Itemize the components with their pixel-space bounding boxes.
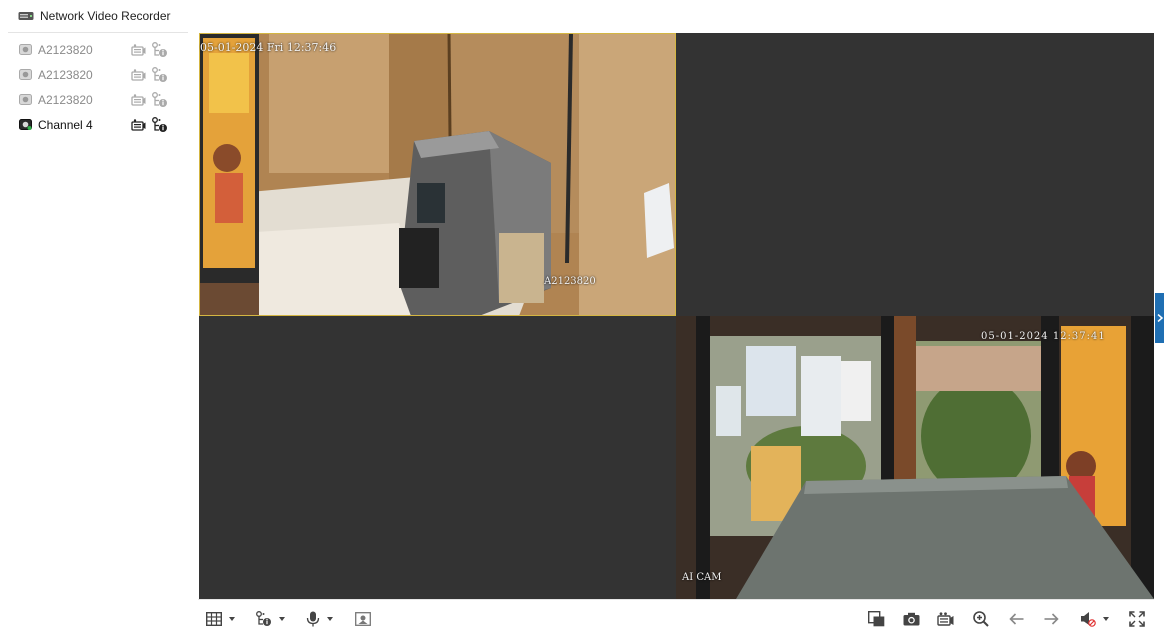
nvr-live-view: Network Video Recorder A2123820 A2123820…	[0, 0, 1164, 638]
microphone-button[interactable]	[306, 610, 333, 628]
live-video-feed	[676, 316, 1154, 599]
camera-online-icon	[19, 119, 32, 130]
fullscreen-icon	[1129, 611, 1145, 627]
timestamp-overlay: 05-01-2024 12:37:41	[981, 331, 1106, 342]
microphone-icon	[306, 611, 320, 627]
previous-page-icon	[1009, 613, 1024, 625]
close-all-windows-button[interactable]	[868, 610, 885, 628]
previous-page-button[interactable]	[1009, 610, 1024, 628]
panel-expand-handle[interactable]	[1155, 293, 1164, 343]
dropdown-caret-icon	[279, 617, 285, 621]
channel-label: Channel 4	[38, 117, 93, 132]
camera-name-overlay: A2123820	[544, 276, 596, 287]
dropdown-caret-icon	[1103, 617, 1109, 621]
channel-item-1[interactable]: A2123820	[8, 37, 188, 62]
stream-settings-icon[interactable]	[152, 117, 168, 133]
nvr-device-icon	[18, 12, 34, 20]
record-icon[interactable]	[131, 69, 146, 81]
zoom-in-button[interactable]	[973, 610, 989, 628]
video-window-1[interactable]: 05-01-2024 Fri 12:37:46 A2123820	[199, 33, 676, 316]
camera-name-overlay: AI CAM	[682, 572, 722, 583]
timestamp-overlay: 05-01-2024 Fri 12:37:46	[200, 41, 337, 54]
volume-muted-icon	[1081, 612, 1096, 627]
record-icon[interactable]	[131, 119, 146, 131]
stream-settings-icon[interactable]	[152, 92, 168, 108]
video-window-2[interactable]	[676, 33, 1154, 316]
live-video-feed	[199, 33, 676, 316]
stream-type-button[interactable]	[256, 610, 285, 628]
video-window-4[interactable]: 05-01-2024 12:37:41 AI CAM	[676, 316, 1154, 599]
window-layout-button[interactable]	[206, 610, 235, 628]
record-icon[interactable]	[131, 94, 146, 106]
next-page-icon	[1044, 613, 1059, 625]
window-layout-icon	[206, 612, 222, 626]
digital-zoom-box-icon	[355, 612, 371, 626]
channel-label: A2123820	[38, 42, 93, 57]
channel-sidebar: Network Video Recorder A2123820 A2123820…	[8, 0, 188, 638]
next-page-button[interactable]	[1044, 610, 1059, 628]
channel-item-3[interactable]: A2123820	[8, 87, 188, 112]
video-window-3[interactable]	[199, 316, 676, 599]
fullscreen-button[interactable]	[1129, 610, 1145, 628]
device-tree-root[interactable]: Network Video Recorder	[8, 0, 188, 33]
camera-offline-icon	[19, 69, 32, 80]
device-title: Network Video Recorder	[40, 9, 171, 23]
stream-type-icon	[256, 611, 271, 626]
camera-offline-icon	[19, 94, 32, 105]
channel-list: A2123820 A2123820 A2123820 Channel 4	[8, 33, 188, 137]
channel-item-4[interactable]: Channel 4	[8, 112, 188, 137]
digital-zoom-box-button[interactable]	[355, 610, 371, 628]
snapshot-button[interactable]	[903, 610, 920, 628]
channel-label: A2123820	[38, 67, 93, 82]
record-icon[interactable]	[131, 44, 146, 56]
camera-offline-icon	[19, 44, 32, 55]
record-icon	[937, 612, 954, 626]
dropdown-caret-icon	[327, 617, 333, 621]
channel-item-2[interactable]: A2123820	[8, 62, 188, 87]
stream-settings-icon[interactable]	[152, 42, 168, 58]
volume-button[interactable]	[1080, 610, 1109, 628]
chevron-right-icon	[1157, 314, 1163, 322]
zoom-in-icon	[973, 611, 989, 627]
stream-settings-icon[interactable]	[152, 67, 168, 83]
channel-label: A2123820	[38, 92, 93, 107]
video-grid: 05-01-2024 Fri 12:37:46 A2123820 05-01-2…	[198, 32, 1154, 599]
record-button[interactable]	[937, 610, 954, 628]
dropdown-caret-icon	[229, 617, 235, 621]
camera-snapshot-icon	[903, 612, 920, 626]
close-all-windows-icon	[868, 611, 885, 627]
live-view-toolbar	[198, 599, 1154, 638]
